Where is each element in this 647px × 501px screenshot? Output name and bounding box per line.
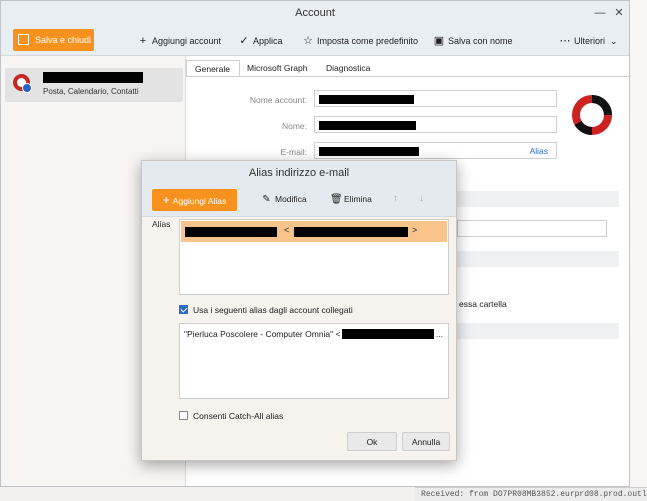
plus-icon: + [139,35,147,47]
more-label: Ulteriori [574,36,606,46]
pencil-icon: ✎ [262,194,271,205]
save-icon [18,34,29,45]
disk-icon: ▣ [433,35,445,47]
account-badge-icon [22,83,32,93]
name-input[interactable] [314,116,557,133]
set-default-button[interactable]: ☆ Imposta come predefinito [302,32,418,50]
redacted-value [319,95,414,104]
add-alias-label: Aggiungi Alias [172,196,227,206]
check-icon: ✓ [239,35,249,47]
move-up-button[interactable]: ↑ [393,193,398,204]
redacted-value [319,121,416,130]
email-input[interactable]: Alias [314,142,557,159]
background-folder-text: essa cartella [459,299,507,309]
linked-alias-ellipsis: ... [435,329,443,339]
tabs-divider [186,76,631,77]
redacted-alias-name [185,227,277,237]
arrow-up-icon: ↑ [393,193,398,204]
alias-list-label: Alias [152,219,171,229]
trash-icon: 🗑 [330,194,343,205]
save-as-button[interactable]: ▣ Salva con nome [433,32,513,50]
edit-alias-button[interactable]: ✎ Modifica [261,194,307,205]
use-linked-aliases-checkbox[interactable]: Usa i seguenti alias dagli account colle… [179,305,353,315]
account-provider-logo-icon [572,95,612,136]
checkbox-checked-icon [179,305,188,314]
background-status-line: Received: from DO7PR08MB3852.eurprd08.pr… [415,487,647,501]
tab-diagnostica[interactable]: Diagnostica [318,60,378,77]
alias-dialog: Alias indirizzo e-mail + Aggiungi Alias ✎… [141,160,457,461]
alias-link[interactable]: Alias [530,146,548,156]
account-name-label: Nome account: [249,95,307,105]
account-toolbar: Salva e chiudi + Aggiungi account ✓ Applic… [1,27,629,56]
linked-alias-list[interactable]: "Pierluca Poscolere - Computer Omnia" < … [179,323,449,399]
title-bar: Account — ✕ [1,1,629,27]
linked-alias-entry[interactable]: "Pierluca Poscolere - Computer Omnia" < [184,329,341,339]
redacted-linked-address [342,329,434,339]
tab-generale[interactable]: Generale [186,60,240,77]
background-section-bar [457,251,619,267]
background-section-bar [457,323,619,339]
name-label: Nome: [281,121,307,131]
catch-all-label: Consenti Catch-All alias [193,411,284,421]
window-title: Account [295,7,335,19]
alias-list[interactable]: < > [179,219,449,295]
delete-label: Elimina [344,194,372,204]
email-label: E-mail: [280,147,307,157]
minimize-button[interactable]: — [591,5,609,21]
more-dots-icon: ⋯ [559,35,571,47]
alias-open-bracket: < [284,225,290,235]
plus-icon: + [162,193,170,207]
alias-list-item[interactable]: < > [181,221,447,242]
account-name-input[interactable] [314,90,557,107]
catch-all-checkbox[interactable]: Consenti Catch-All alias [179,411,283,421]
set-default-label: Imposta come predefinito [317,36,419,46]
add-alias-button[interactable]: + Aggiungi Alias [152,189,237,211]
redacted-account-name [43,72,143,83]
save-close-button[interactable]: Salva e chiudi [13,29,94,51]
add-account-label: Aggiungi account [152,36,222,46]
save-close-label: Salva e chiudi [35,35,92,45]
account-logo-icon [13,74,32,93]
background-section-bar [457,191,619,207]
add-account-button[interactable]: + Aggiungi account [137,32,221,50]
apply-label: Applica [253,36,283,46]
ok-button[interactable]: Ok [347,432,397,451]
use-linked-label: Usa i seguenti alias dagli account colle… [193,305,353,315]
apply-button[interactable]: ✓ Applica [238,32,283,50]
cancel-button[interactable]: Annulla [402,432,450,451]
star-icon: ☆ [303,35,313,47]
chevron-down-icon: ⌄ [610,36,618,46]
alias-close-bracket: > [412,225,418,235]
dialog-toolbar: + Aggiungi Alias ✎ Modifica 🗑Elimina ↑ ↓ [142,186,456,217]
delete-alias-button[interactable]: 🗑Elimina [330,194,372,205]
save-as-label: Salva con nome [448,36,513,46]
checkbox-unchecked-icon [179,411,188,420]
background-input [457,220,607,237]
arrow-down-icon: ↓ [419,193,424,204]
tab-microsoft-graph[interactable]: Microsoft Graph [239,60,315,77]
background-right-pane [628,0,647,500]
close-button[interactable]: ✕ [610,5,628,21]
account-list-item[interactable]: Posta, Calendario, Contatti [5,68,183,102]
move-down-button[interactable]: ↓ [419,193,424,204]
dialog-title: Alias indirizzo e-mail [142,161,456,186]
redacted-alias-address [294,227,408,237]
redacted-value [319,147,419,156]
edit-label: Modifica [275,194,307,204]
account-subtitle: Posta, Calendario, Contatti [43,87,139,96]
more-button[interactable]: ⋯ Ulteriori ⌄ [559,32,618,50]
